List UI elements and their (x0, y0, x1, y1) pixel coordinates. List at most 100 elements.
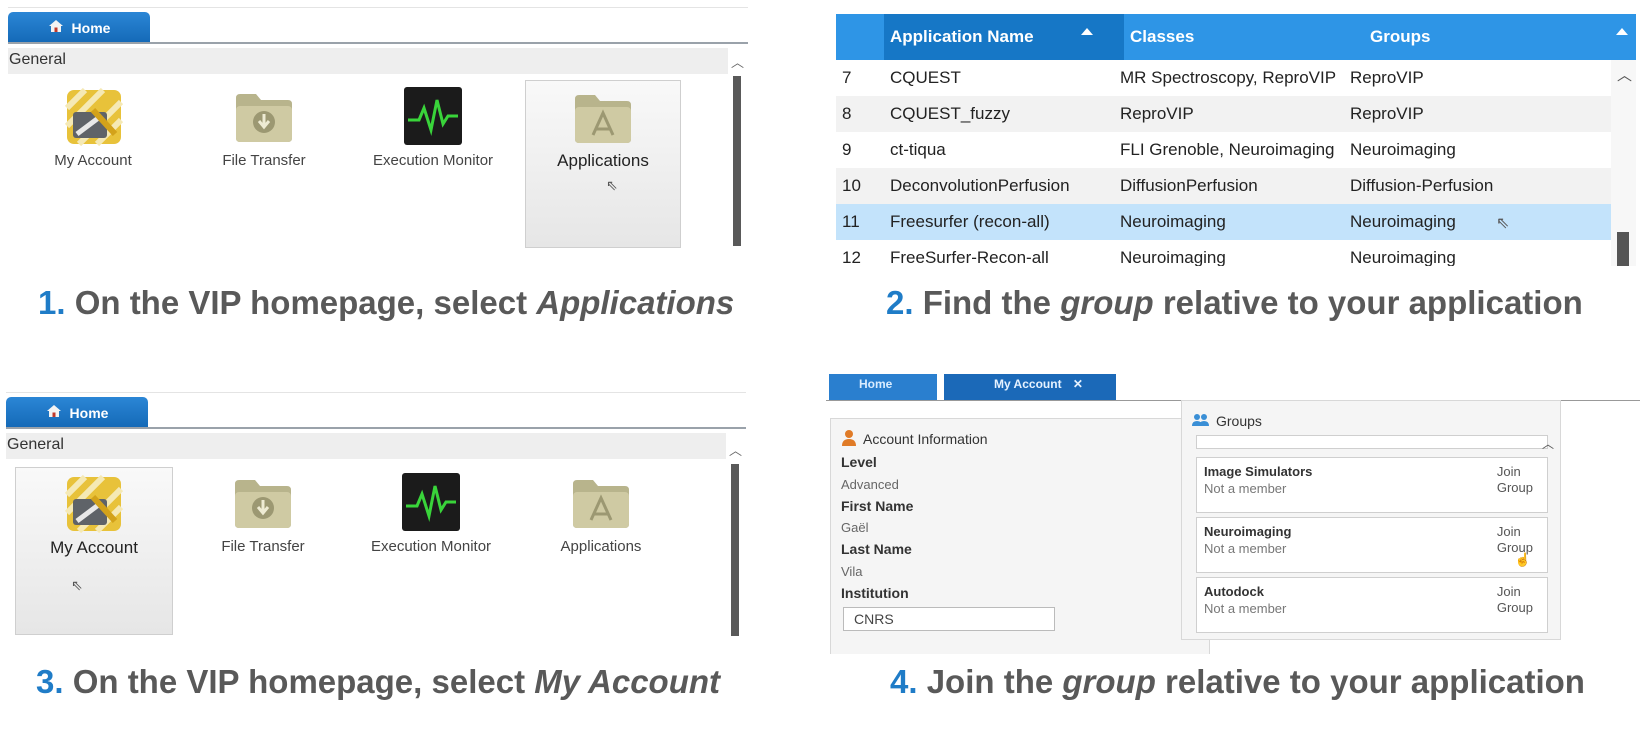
tile-my-account[interactable]: My Account (13, 78, 173, 248)
cell-classes: DiffusionPerfusion (1120, 176, 1258, 195)
scrollbar-thumb[interactable] (1617, 232, 1629, 266)
step-number: 2. (886, 284, 914, 321)
close-icon[interactable]: ✕ (1073, 377, 1083, 391)
tab-my-account[interactable]: My Account ✕ (944, 374, 1116, 400)
account-information-title: Account Information (863, 431, 988, 447)
tile-applications[interactable]: Applications ⇖ (525, 80, 681, 248)
step3-home-panel: Home General ︿ My Account ⇖ File Transfe… (6, 384, 746, 649)
column-header-classes[interactable]: Classes (1124, 14, 1364, 60)
column-header-label: Classes (1130, 27, 1195, 46)
tile-execution-monitor[interactable]: Execution Monitor (351, 464, 511, 634)
account-tools-icon (65, 88, 123, 146)
institution-field[interactable]: CNRS (843, 607, 1055, 631)
field-value: Vila (841, 564, 863, 579)
hand-pointer-icon: ☝ (1514, 552, 1531, 567)
section-title: General (8, 48, 728, 74)
cell-id: 8 (842, 104, 852, 123)
caption-text: On the VIP homepage, select (63, 663, 535, 700)
field-label: First Name (841, 498, 914, 514)
field-label: Level (841, 454, 877, 470)
cell-classes: FLI Grenoble, Neuroimaging (1120, 140, 1335, 159)
groups-title: Groups (1216, 413, 1262, 429)
mouse-pointer-icon: ⇖ (71, 577, 83, 593)
column-header-label: Application Name (890, 27, 1034, 46)
group-name: Autodock (1204, 584, 1264, 599)
tile-my-account[interactable]: My Account ⇖ (15, 467, 173, 635)
table-row[interactable]: 7 CQUEST MR Spectroscopy, ReproVIP Repro… (836, 60, 1611, 96)
section-title: General (6, 433, 726, 459)
tab-home[interactable]: Home (6, 397, 148, 428)
group-status: Not a member (1204, 541, 1287, 556)
step1-home-panel: Home General ︿ My Account File Transfer (8, 0, 748, 265)
caption-emphasis: group (1062, 663, 1156, 700)
users-icon (1192, 413, 1210, 432)
cell-id: 9 (842, 140, 852, 159)
cell-groups: ReproVIP (1350, 104, 1424, 123)
cell-application-name: CQUEST_fuzzy (890, 104, 1010, 123)
account-information-box: Account Information Level Advanced First… (830, 418, 1210, 654)
field-label: Institution (841, 585, 909, 601)
caption-text: relative to your application (1155, 663, 1585, 700)
tab-home-label: Home (859, 377, 893, 391)
group-status: Not a member (1204, 601, 1287, 616)
column-header-groups[interactable]: Groups (1364, 14, 1636, 60)
step3-caption: 3. On the VIP homepage, select My Accoun… (36, 663, 720, 701)
tab-home-label: Home (69, 404, 109, 421)
column-header-label: Groups (1370, 27, 1431, 46)
field-value: Gaël (841, 520, 869, 535)
table-row[interactable]: 10 DeconvolutionPerfusion DiffusionPerfu… (836, 168, 1611, 204)
tile-file-transfer[interactable]: File Transfer (184, 78, 344, 248)
tile-applications[interactable]: Applications (521, 464, 681, 634)
tab-home[interactable]: Home (8, 12, 150, 43)
field-value: Advanced (841, 477, 899, 492)
join-group-button[interactable]: Join Group (1497, 584, 1533, 616)
table-row-selected[interactable]: 11 Freesurfer (recon-all) Neuroimaging N… (836, 204, 1611, 240)
table-header: Application Name Classes Groups (836, 14, 1636, 60)
cell-application-name: FreeSurfer-Recon-all (890, 248, 1049, 266)
activity-monitor-icon (404, 87, 462, 145)
folder-download-icon (236, 94, 292, 142)
scrollbar-thumb[interactable] (733, 76, 741, 246)
table-row[interactable]: 9 ct-tiqua FLI Grenoble, Neuroimaging Ne… (836, 132, 1611, 168)
caption-text: Find the (913, 284, 1061, 321)
table-row[interactable]: 12 FreeSurfer-Recon-all Neuroimaging Neu… (836, 240, 1611, 266)
column-header-id[interactable] (836, 14, 884, 60)
field-label: Last Name (841, 541, 912, 557)
cell-id: 11 (842, 212, 860, 231)
scrollbar-thumb[interactable] (731, 464, 739, 636)
group-card: Neuroimaging Not a member Join Group ☝ (1196, 517, 1548, 573)
folder-download-icon (235, 480, 291, 528)
cell-groups: Neuroimaging (1350, 248, 1456, 266)
step1-caption: 1. On the VIP homepage, select Applicati… (38, 284, 734, 322)
step2-caption: 2. Find the group relative to your appli… (886, 284, 1583, 322)
cell-classes: Neuroimaging (1120, 212, 1226, 231)
group-card: Autodock Not a member Join Group (1196, 577, 1548, 633)
group-card: Image Simulators Not a member Join Group (1196, 457, 1548, 513)
tile-file-transfer[interactable]: File Transfer (183, 464, 343, 634)
tile-label: My Account (54, 152, 132, 169)
my-account-panel: Home My Account ✕ Account Information Le… (826, 374, 1640, 654)
groups-box-visible: Groups ︿ Image Simulators Not a member J… (1181, 400, 1561, 640)
account-tools-icon (65, 475, 123, 533)
step4-caption: 4. Join the group relative to your appli… (890, 663, 1585, 701)
column-header-application-name[interactable]: Application Name (884, 14, 1124, 60)
chevron-up-icon[interactable]: ︿ (1617, 64, 1632, 85)
caption-text: relative to your application (1153, 284, 1583, 321)
home-icon (46, 404, 62, 421)
table-row[interactable]: 8 CQUEST_fuzzy ReproVIP ReproVIP (836, 96, 1611, 132)
vertical-scrollbar[interactable]: ︿ (1611, 60, 1636, 266)
chevron-up-icon[interactable]: ︿ (729, 440, 742, 459)
chevron-up-icon[interactable]: ︿ (731, 52, 744, 71)
divider (6, 392, 746, 393)
vertical-scrollbar[interactable]: ︿ (730, 52, 744, 252)
group-status: Not a member (1204, 481, 1287, 496)
join-group-button[interactable]: Join Group (1497, 464, 1533, 496)
sort-ascending-icon[interactable] (1081, 28, 1093, 35)
cell-id: 12 (842, 248, 861, 266)
tile-execution-monitor[interactable]: Execution Monitor (353, 78, 513, 248)
chevron-up-icon[interactable] (1616, 28, 1628, 35)
vertical-scrollbar[interactable]: ︿ (728, 440, 742, 640)
tab-home[interactable]: Home (829, 374, 937, 400)
user-icon (841, 429, 857, 452)
chevron-up-icon[interactable]: ︿ (1542, 435, 1554, 452)
